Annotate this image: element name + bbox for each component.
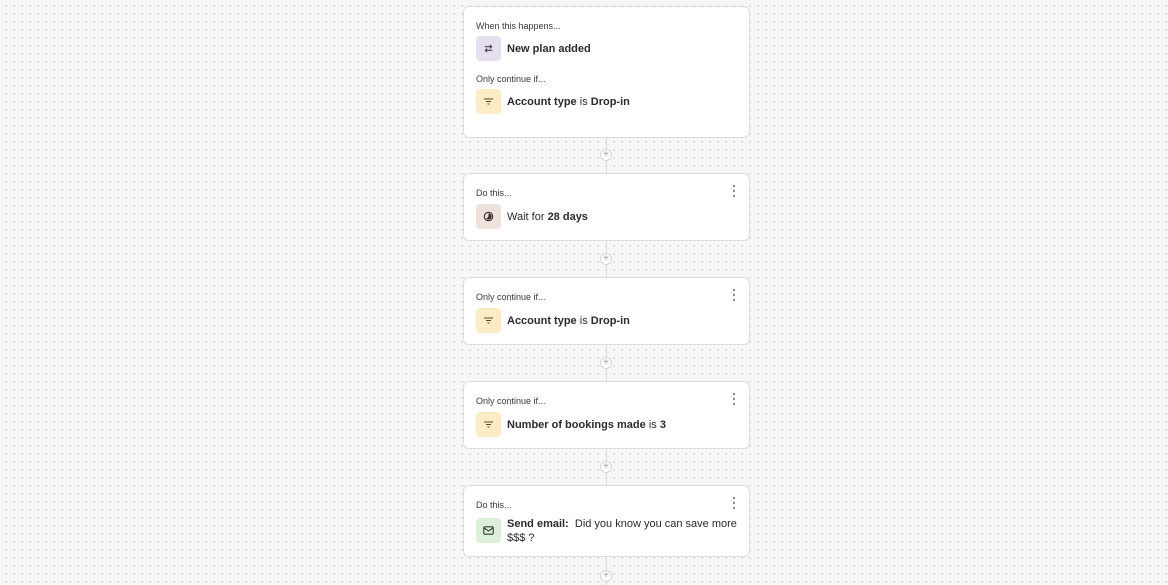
- email-subject-cont: $$$ ?: [507, 532, 535, 544]
- condition-text: Account type is Drop-in: [507, 314, 630, 328]
- step-label: Do this...: [476, 188, 512, 198]
- filter-icon: [476, 308, 501, 333]
- more-options-icon[interactable]: [731, 185, 737, 197]
- trigger-card[interactable]: When this happens... New plan added Only…: [463, 6, 750, 138]
- add-step-button[interactable]: +: [600, 357, 612, 369]
- more-options-icon[interactable]: [731, 393, 737, 405]
- condition-text: Account type is Drop-in: [507, 95, 630, 109]
- add-step-button[interactable]: +: [600, 461, 612, 473]
- condition-row[interactable]: Account type is Drop-in: [476, 89, 630, 114]
- trigger-text: New plan added: [507, 42, 591, 55]
- email-subject: Did you know you can save more: [574, 518, 737, 530]
- step-label: Do this...: [476, 500, 512, 510]
- condition-label: Only continue if...: [476, 74, 546, 84]
- wait-text: Wait for 28 days: [507, 210, 588, 224]
- step-label: Only continue if...: [476, 292, 546, 302]
- trigger-row[interactable]: New plan added: [476, 36, 591, 61]
- envelope-icon: [476, 518, 501, 543]
- condition-operator: is: [579, 314, 588, 327]
- email-action: Send email:: [507, 518, 569, 530]
- filter-icon: [476, 412, 501, 437]
- add-step-button[interactable]: +: [600, 149, 612, 161]
- timer-icon: [476, 204, 501, 229]
- condition-value: 3: [659, 418, 666, 431]
- step-card-condition[interactable]: Only continue if... Number of bookings m…: [463, 381, 750, 449]
- wait-duration: 28 days: [547, 210, 588, 223]
- condition-value: Drop-in: [590, 95, 630, 108]
- condition-operator: is: [579, 95, 588, 108]
- add-step-button[interactable]: +: [600, 570, 612, 582]
- condition-value: Drop-in: [590, 314, 630, 327]
- add-step-button[interactable]: +: [600, 253, 612, 265]
- step-card-condition[interactable]: Only continue if... Account type is Drop…: [463, 277, 750, 345]
- filter-icon: [476, 89, 501, 114]
- more-options-icon[interactable]: [731, 289, 737, 301]
- step-card-wait[interactable]: Do this... Wait for 28 days: [463, 173, 750, 241]
- condition-field: Number of bookings made: [507, 418, 646, 431]
- wait-prefix: Wait for: [507, 210, 545, 223]
- condition-field: Account type: [507, 314, 577, 327]
- condition-field: Account type: [507, 95, 577, 108]
- condition-text: Number of bookings made is 3: [507, 418, 666, 432]
- trigger-label: When this happens...: [476, 21, 561, 31]
- repeat-arrows-icon: [476, 36, 501, 61]
- email-text: Send email: Did you know you can save mo…: [507, 517, 737, 545]
- condition-operator: is: [648, 418, 657, 431]
- step-label: Only continue if...: [476, 396, 546, 406]
- more-options-icon[interactable]: [731, 497, 737, 509]
- step-card-email[interactable]: Do this... Send email: Did you know you …: [463, 485, 750, 557]
